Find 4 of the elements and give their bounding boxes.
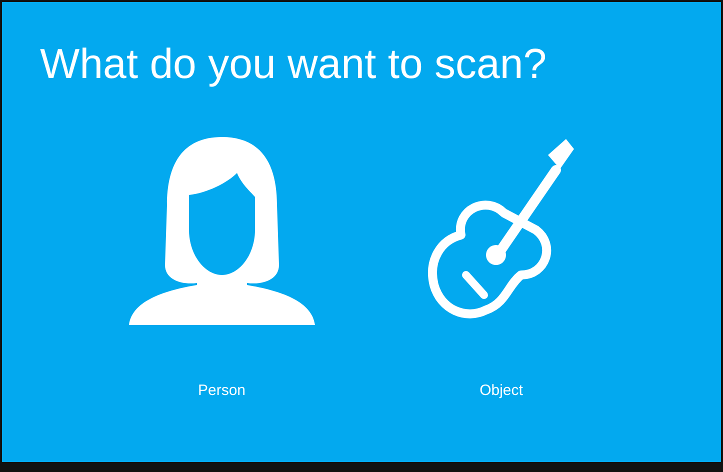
scan-option-button[interactable]: Object <box>426 134 576 402</box>
person-silhouette-icon <box>126 134 317 324</box>
scan-option-button[interactable]: Person <box>126 134 317 402</box>
page-title: What do you want to scan? <box>40 39 547 89</box>
